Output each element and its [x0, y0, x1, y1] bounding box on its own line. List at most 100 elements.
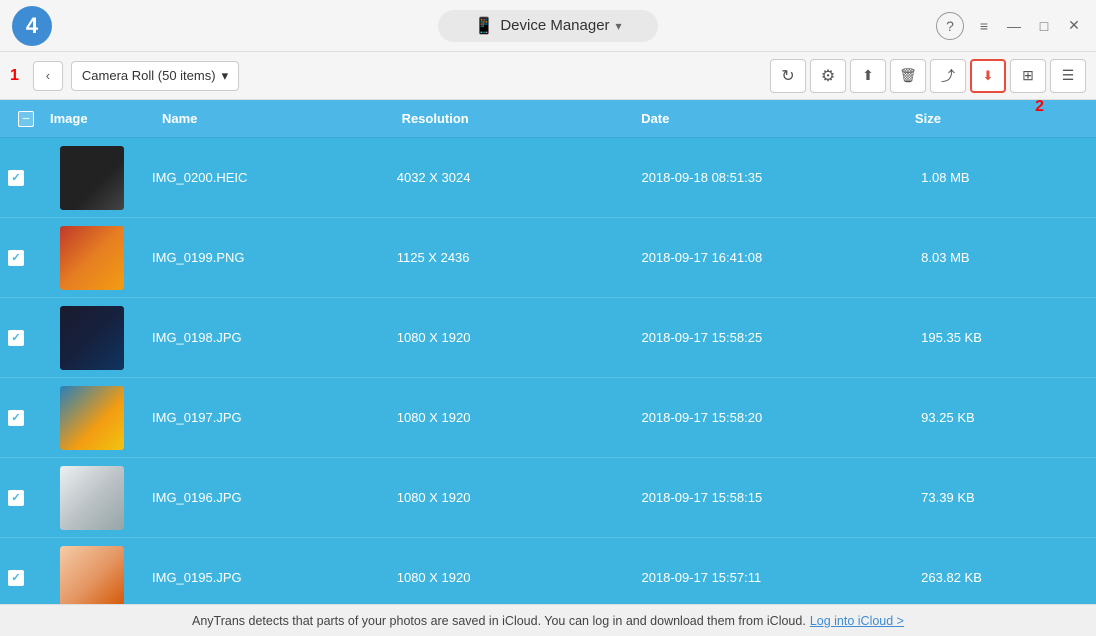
table-row[interactable]: IMG_0197.JPG 1080 X 1920 2018-09-17 15:5…	[0, 378, 1096, 458]
breadcrumb-select[interactable]: Camera Roll (50 items) ▾	[71, 61, 239, 91]
device-manager-button[interactable]: 📱 Device Manager ▾	[438, 10, 658, 42]
upload-icon: ⬆	[862, 67, 874, 84]
row-image-1	[32, 226, 152, 290]
row-checkbox-2[interactable]	[0, 330, 32, 346]
row-checkbox-0[interactable]	[0, 170, 32, 186]
export-icon: ⤴	[941, 66, 955, 86]
table-row[interactable]: IMG_0200.HEIC 4032 X 3024 2018-09-18 08:…	[0, 138, 1096, 218]
breadcrumb-label: Camera Roll (50 items)	[82, 68, 216, 83]
column-header-date: Date	[641, 111, 915, 126]
row-date-3: 2018-09-17 15:58:20	[641, 410, 921, 425]
row-name-1: IMG_0199.PNG	[152, 250, 397, 265]
select-all-checkbox[interactable]	[18, 111, 34, 127]
trash-icon: 🗑	[899, 67, 917, 84]
row-resolution-5: 1080 X 1920	[397, 570, 642, 585]
row-date-5: 2018-09-17 15:57:11	[641, 570, 921, 585]
table-row[interactable]: IMG_0196.JPG 1080 X 1920 2018-09-17 15:5…	[0, 458, 1096, 538]
row-resolution-2: 1080 X 1920	[397, 330, 642, 345]
list-view-button[interactable]: ☰	[1050, 59, 1086, 93]
checkbox-2[interactable]	[8, 330, 24, 346]
breadcrumb-chevron-icon: ▾	[222, 68, 229, 84]
step1-label: 1	[10, 67, 19, 85]
row-image-5	[32, 546, 152, 605]
row-checkbox-3[interactable]	[0, 410, 32, 426]
row-image-2	[32, 306, 152, 370]
settings-button[interactable]: ⚙	[810, 59, 846, 93]
title-bar-right: ? ≡ — □ ✕	[936, 12, 1084, 40]
export-button[interactable]: ⤴	[930, 59, 966, 93]
row-name-3: IMG_0197.JPG	[152, 410, 397, 425]
menu-button[interactable]: ≡	[974, 16, 994, 36]
notification-bar: AnyTrans detects that parts of your phot…	[0, 604, 1096, 636]
upload-button[interactable]: ⬆	[850, 59, 886, 93]
checkbox-5[interactable]	[8, 570, 24, 586]
table-row[interactable]: IMG_0195.JPG 1080 X 1920 2018-09-17 15:5…	[0, 538, 1096, 604]
row-name-0: IMG_0200.HEIC	[152, 170, 397, 185]
row-checkbox-1[interactable]	[0, 250, 32, 266]
phone-icon: 📱	[474, 16, 494, 36]
delete-button[interactable]: 🗑	[890, 59, 926, 93]
row-image-3	[32, 386, 152, 450]
thumbnail-0	[60, 146, 124, 210]
table-row[interactable]: IMG_0198.JPG 1080 X 1920 2018-09-17 15:5…	[0, 298, 1096, 378]
checkbox-1[interactable]	[8, 250, 24, 266]
row-resolution-4: 1080 X 1920	[397, 490, 642, 505]
checkbox-3[interactable]	[8, 410, 24, 426]
import-button[interactable]: ⬇	[970, 59, 1006, 93]
title-bar: 4 📱 Device Manager ▾ ? ≡ — □ ✕	[0, 0, 1096, 52]
close-button[interactable]: ✕	[1064, 16, 1084, 36]
row-image-4	[32, 466, 152, 530]
chevron-down-icon: ▾	[616, 19, 622, 33]
thumbnail-2	[60, 306, 124, 370]
column-header-image: Image	[42, 111, 162, 126]
refresh-button[interactable]: ↻	[770, 59, 806, 93]
row-name-4: IMG_0196.JPG	[152, 490, 397, 505]
toolbar: 1 ‹ Camera Roll (50 items) ▾ ↻ ⚙ ⬆ 🗑 ⤴ ⬇…	[0, 52, 1096, 100]
gear-icon: ⚙	[821, 66, 835, 86]
grid-icon: ⊞	[1022, 67, 1034, 84]
back-button[interactable]: ‹	[33, 61, 63, 91]
row-date-4: 2018-09-17 15:58:15	[641, 490, 921, 505]
toolbar-actions: ↻ ⚙ ⬆ 🗑 ⤴ ⬇ ⊞ ☰ 2	[770, 59, 1086, 93]
row-date-0: 2018-09-18 08:51:35	[641, 170, 921, 185]
thumbnail-1	[60, 226, 124, 290]
title-text: Device Manager	[500, 17, 609, 34]
row-date-2: 2018-09-17 15:58:25	[641, 330, 921, 345]
import-icon: ⬇	[983, 68, 994, 84]
notification-text: AnyTrans detects that parts of your phot…	[192, 614, 806, 628]
minimize-button[interactable]: —	[1004, 16, 1024, 36]
maximize-button[interactable]: □	[1034, 16, 1054, 36]
thumbnail-4	[60, 466, 124, 530]
column-header-resolution: Resolution	[402, 111, 642, 126]
row-size-4: 73.39 KB	[921, 490, 1096, 505]
help-button[interactable]: ?	[936, 12, 964, 40]
table-row[interactable]: IMG_0199.PNG 1125 X 2436 2018-09-17 16:4…	[0, 218, 1096, 298]
table-header: Image Name Resolution Date Size	[0, 100, 1096, 138]
step2-label: 2	[1035, 98, 1044, 116]
thumbnail-5	[60, 546, 124, 605]
row-size-0: 1.08 MB	[921, 170, 1096, 185]
row-name-2: IMG_0198.JPG	[152, 330, 397, 345]
row-name-5: IMG_0195.JPG	[152, 570, 397, 585]
table-body: IMG_0200.HEIC 4032 X 3024 2018-09-18 08:…	[0, 138, 1096, 604]
row-date-1: 2018-09-17 16:41:08	[641, 250, 921, 265]
thumbnail-3	[60, 386, 124, 450]
title-bar-left: 4	[12, 6, 52, 46]
header-checkbox[interactable]	[10, 111, 42, 127]
checkbox-4[interactable]	[8, 490, 24, 506]
refresh-icon: ↻	[781, 66, 794, 86]
column-header-name: Name	[162, 111, 402, 126]
row-checkbox-5[interactable]	[0, 570, 32, 586]
icloud-login-link[interactable]: Log into iCloud >	[810, 614, 904, 628]
list-icon: ☰	[1062, 67, 1075, 84]
row-size-3: 93.25 KB	[921, 410, 1096, 425]
row-image-0	[32, 146, 152, 210]
checkbox-0[interactable]	[8, 170, 24, 186]
title-center-wrapper: 📱 Device Manager ▾	[438, 10, 658, 42]
row-resolution-1: 1125 X 2436	[397, 250, 642, 265]
grid-view-button[interactable]: ⊞	[1010, 59, 1046, 93]
row-resolution-3: 1080 X 1920	[397, 410, 642, 425]
column-header-size: Size	[915, 111, 1086, 126]
row-checkbox-4[interactable]	[0, 490, 32, 506]
row-size-1: 8.03 MB	[921, 250, 1096, 265]
